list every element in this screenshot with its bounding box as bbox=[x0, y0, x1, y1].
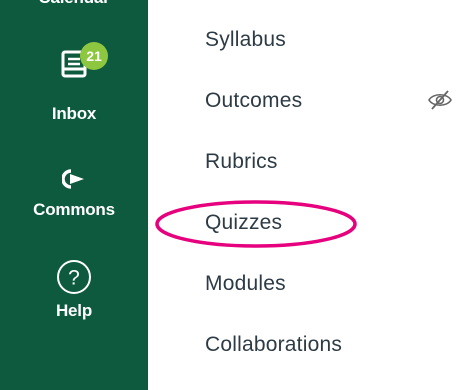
course-nav-rubrics[interactable]: Rubrics bbox=[205, 150, 278, 174]
global-nav-help[interactable]: ? Help bbox=[0, 259, 148, 321]
eye-hidden-icon bbox=[428, 90, 452, 110]
commons-label: Commons bbox=[33, 200, 115, 219]
course-nav-syllabus[interactable]: Syllabus bbox=[205, 28, 286, 52]
course-nav-outcomes[interactable]: Outcomes bbox=[205, 89, 302, 113]
inbox-label: Inbox bbox=[51, 104, 97, 123]
calendar-label: Calendar bbox=[0, 0, 148, 8]
global-nav-commons[interactable]: Commons bbox=[0, 168, 148, 220]
quizzes-highlight-ring bbox=[155, 200, 357, 248]
commons-icon bbox=[62, 169, 84, 189]
help-icon: ? bbox=[57, 260, 91, 294]
inbox-unread-badge: 21 bbox=[80, 42, 108, 70]
course-navigation: Syllabus Outcomes Rubrics Quizzes Module… bbox=[148, 0, 476, 390]
course-nav-modules[interactable]: Modules bbox=[205, 272, 286, 296]
svg-text:?: ? bbox=[68, 267, 80, 290]
inbox-icon: 21 bbox=[54, 40, 108, 84]
global-nav-inbox[interactable]: 21 Inbox bbox=[0, 40, 148, 124]
global-nav-calendar[interactable]: Calendar bbox=[0, 0, 148, 8]
global-navigation: Calendar 21 Inbox Commons ? Help bbox=[0, 0, 148, 390]
course-nav-collaborations[interactable]: Collaborations bbox=[205, 333, 342, 357]
help-label: Help bbox=[55, 301, 93, 320]
